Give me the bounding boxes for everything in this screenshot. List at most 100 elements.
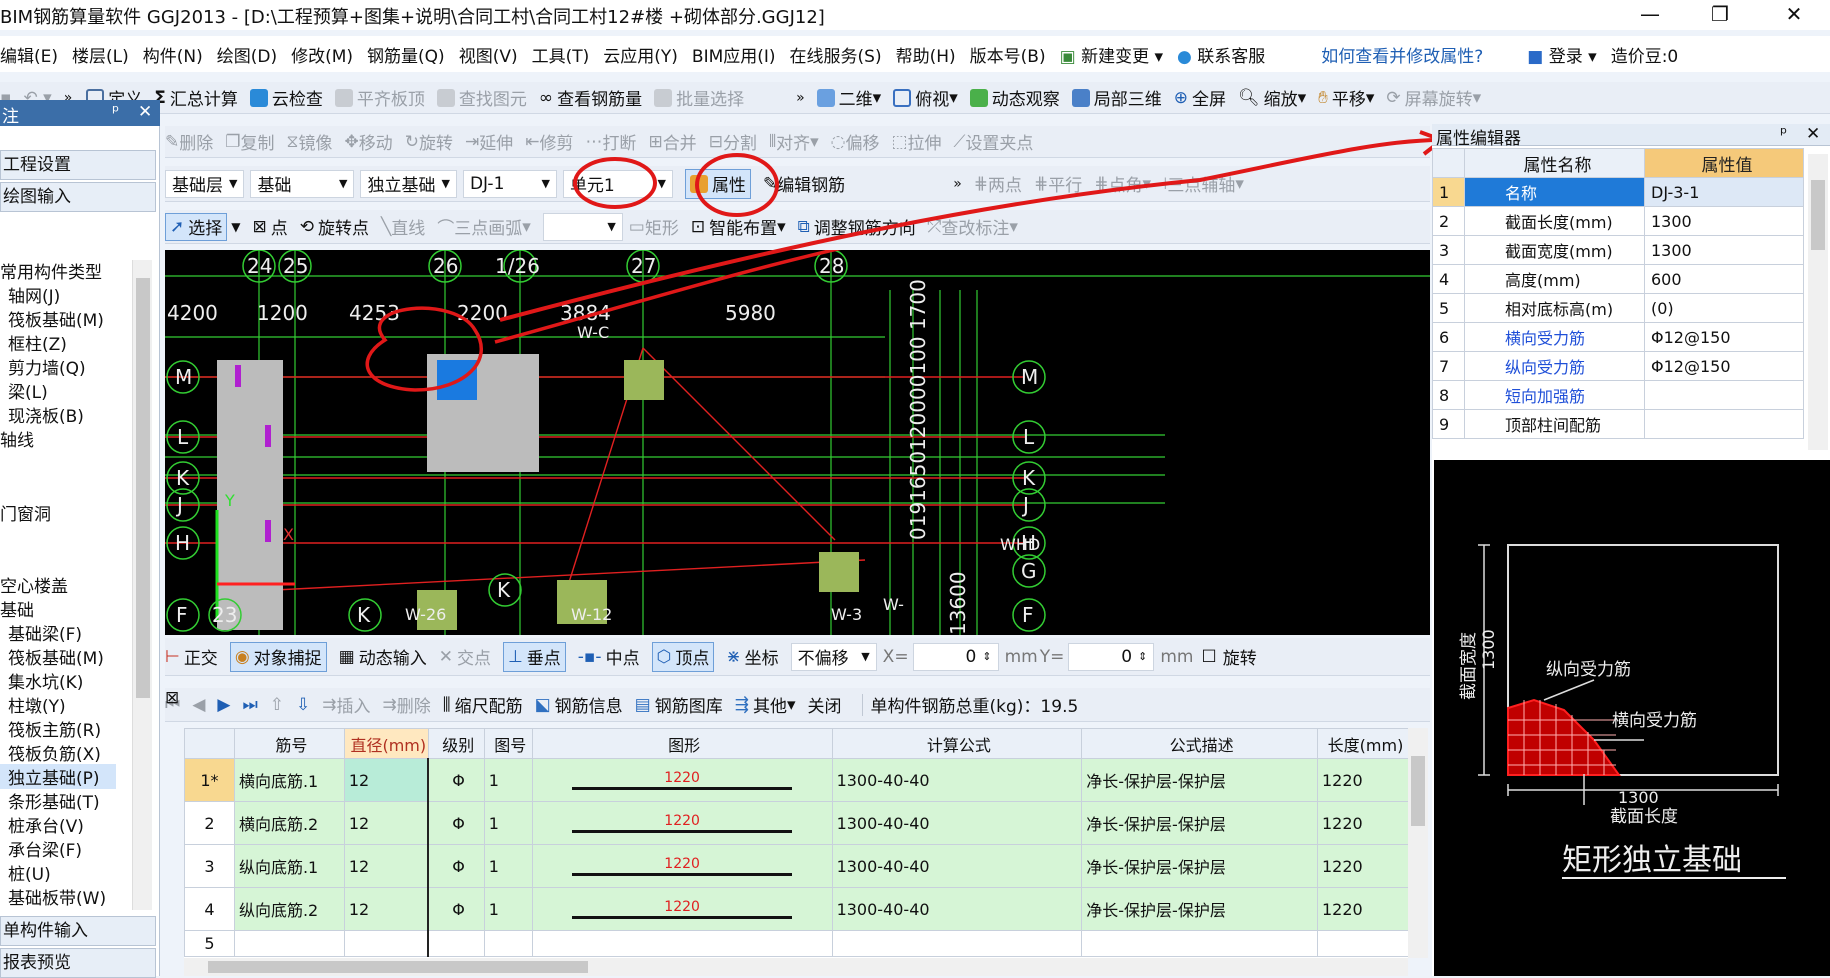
tree-item[interactable]: 空心楼盖 [0, 572, 68, 597]
smart-layout-button[interactable]: ⊡ 智能布置 ▾ [691, 214, 786, 240]
col-header[interactable]: 长度(mm) [1316, 728, 1411, 759]
menu-view[interactable]: 视图(V) [459, 42, 518, 67]
cell-shape[interactable] [531, 930, 833, 957]
cell-grade[interactable]: Φ [427, 801, 485, 845]
cell-dia[interactable]: 12 [343, 758, 430, 802]
scale-rebar-button[interactable]: ⫼ 缩尺配筋 [443, 692, 523, 718]
more-toolbar-button-2[interactable]: » [796, 90, 805, 106]
tree-item[interactable]: 框柱(Z) [8, 330, 67, 355]
full-screen-button[interactable]: ⊕ 全屏 [1174, 85, 1226, 111]
col-header[interactable]: 公式描述 [1081, 728, 1318, 759]
tree-item[interactable]: 承台梁(F) [8, 836, 82, 861]
prop-value[interactable]: (0) [1644, 293, 1804, 323]
tree-item[interactable]: 集水坑(K) [8, 668, 83, 693]
menu-draw[interactable]: 绘图(D) [217, 42, 277, 67]
prop-value[interactable]: Φ12@150 [1644, 322, 1804, 352]
prop-value[interactable]: 600 [1644, 264, 1804, 294]
merge-button[interactable]: ⊞ 合并 [648, 129, 696, 155]
summary-button[interactable]: Σ 汇总计算 [154, 85, 238, 111]
cell-name[interactable]: 纵向底筋.2 [233, 887, 345, 931]
cell-formula[interactable]: 1300-40-40 [831, 887, 1083, 931]
cell-shape[interactable]: 1220 [531, 758, 833, 802]
cell-name[interactable] [233, 930, 345, 957]
cloud-check-button[interactable]: 云检查 [249, 85, 323, 110]
rotate-point-button[interactable]: ⟲ 旋转点 [300, 214, 369, 240]
cell-name[interactable]: 横向底筋.1 [233, 758, 345, 802]
tree-item[interactable]: 柱墩(Y) [8, 692, 66, 717]
prev-button[interactable]: ◀ [192, 695, 205, 715]
rotate-button[interactable]: ↻ 旋转 [405, 129, 453, 155]
unit-select[interactable]: 单元1 ▼ [562, 169, 673, 198]
drawing-canvas[interactable]: 24 25 26 1/26 27 28 4200 1200 4253 2200 … [165, 250, 1430, 635]
scroll-thumb[interactable] [1411, 756, 1425, 826]
table-row[interactable]: 1* 横向底筋.1 12 Φ 1 1220 1300-40-40 净长-保护层-… [184, 758, 1411, 802]
edit-mark-button[interactable]: ⤱ 查改标注 ▾ [928, 214, 1018, 240]
grid-delete-button[interactable]: ⇉ 删除 [383, 692, 431, 718]
extend-button[interactable]: ⇥ 延伸 [465, 129, 513, 155]
ortho-button[interactable]: ⊢ 正交 [165, 644, 218, 670]
name-select[interactable]: DJ-1 ▼ [462, 169, 557, 198]
three-point-axis-button[interactable]: ⟊ 三点辅轴 ▾ [1163, 171, 1244, 197]
vertex-button[interactable]: ⬡ 顶点 [651, 641, 715, 672]
table-row[interactable]: 3 纵向底筋.1 12 Φ 1 1220 1300-40-40 净长-保护层-保… [184, 844, 1411, 888]
help-link[interactable]: 如何查看并修改属性? [1321, 42, 1483, 67]
cell-desc[interactable] [1081, 930, 1318, 957]
cell-fig[interactable]: 1 [483, 758, 533, 802]
rotate-screen-button[interactable]: ⟳ 屏幕旋转 ▾ [1386, 85, 1481, 111]
y-input[interactable]: 0 ⇕ [1068, 642, 1155, 671]
select-dropdown[interactable]: ▼ [231, 220, 240, 234]
col-header[interactable]: 级别 [427, 728, 485, 759]
prop-value[interactable]: Φ12@150 [1644, 351, 1804, 381]
delete-button[interactable]: ✎ 删除 [165, 129, 213, 155]
empty-select[interactable]: ▼ [542, 212, 623, 241]
cell-grade[interactable]: Φ [427, 844, 485, 888]
menu-floor[interactable]: 楼层(L) [72, 42, 129, 67]
tree-item[interactable]: 桩承台(V) [8, 812, 84, 837]
copy-button[interactable]: ❐ 复制 [225, 129, 274, 155]
top-view-button[interactable]: 俯视 ▾ [893, 85, 958, 110]
rebar-library-button[interactable]: ▤ 钢筋图库 [635, 692, 723, 718]
pan-button[interactable]: ✋︎ 平移 ▾ [1318, 85, 1374, 111]
tree-item[interactable]: 轴线 [0, 426, 34, 451]
snap-button[interactable]: ◉ 对象捕捉 [229, 641, 327, 672]
rotate-checkbox[interactable]: ☐ 旋转 [1201, 644, 1256, 670]
cell-desc[interactable]: 净长-保护层-保护层 [1081, 887, 1318, 931]
cell-dia[interactable]: 12 [343, 844, 430, 888]
cell-formula[interactable]: 1300-40-40 [831, 801, 1083, 845]
midpoint-button[interactable]: -▪- 中点 [578, 644, 640, 670]
col-header[interactable]: 直径(mm) [343, 728, 429, 759]
prop-value[interactable]: 1300 [1644, 235, 1804, 265]
tree-item[interactable]: 常用构件类型 [0, 258, 102, 283]
col-header[interactable]: 图号 [483, 728, 533, 759]
break-button[interactable]: ⋯ 打断 [585, 129, 636, 155]
offset-mode-select[interactable]: 不偏移 ▼ [790, 642, 877, 671]
move-down-button[interactable]: ⇩ [296, 695, 310, 715]
parallel-button[interactable]: ⋕ 平行 [1034, 171, 1082, 197]
menu-rebar[interactable]: 钢筋量(Q) [367, 42, 445, 67]
trim-button[interactable]: ⇤ 修剪 [525, 129, 573, 155]
stepper-icon[interactable]: ⇕ [1138, 650, 1147, 663]
intersect-button[interactable]: ✕ 交点 [439, 644, 491, 670]
zoom-button[interactable]: 🔍︎ 缩放 ▾ [1238, 85, 1306, 111]
cell-length[interactable] [1316, 930, 1411, 957]
cell-dia[interactable]: 12 [343, 801, 430, 845]
prop-row[interactable]: 2 截面长度(mm) 1300 [1432, 206, 1804, 236]
mirror-button[interactable]: ⧖ 镜像 [287, 129, 333, 155]
new-change-button[interactable]: ▣ 新建变更 ▾ [1060, 42, 1163, 67]
cell-name[interactable]: 纵向底筋.1 [233, 844, 345, 888]
col-header[interactable]: 计算公式 [831, 728, 1083, 759]
tree-item[interactable]: 筏板主筋(R) [8, 716, 101, 741]
set-grip-button[interactable]: ⟋ 设置夹点 [954, 129, 1034, 155]
cell-fig[interactable]: 1 [483, 887, 533, 931]
tree-item[interactable]: 门窗洞 [0, 500, 51, 525]
cell-desc[interactable]: 净长-保护层-保护层 [1081, 801, 1318, 845]
tree-item[interactable]: 梁(L) [8, 378, 48, 403]
grid-vscrollbar[interactable] [1408, 728, 1428, 958]
prop-row[interactable]: 1 名称 DJ-3-1 [1432, 177, 1804, 207]
cell-desc[interactable]: 净长-保护层-保护层 [1081, 758, 1318, 802]
contact-service-button[interactable]: ● 联系客服 [1177, 42, 1265, 67]
grid-close-icon[interactable]: ⊠ [165, 688, 183, 712]
prop-row[interactable]: 6 横向受力筋 Φ12@150 [1432, 322, 1804, 352]
report-preview-button[interactable]: 报表预览 [0, 948, 156, 978]
point-angle-button[interactable]: ⋕ 点角 ▾ [1094, 171, 1151, 197]
